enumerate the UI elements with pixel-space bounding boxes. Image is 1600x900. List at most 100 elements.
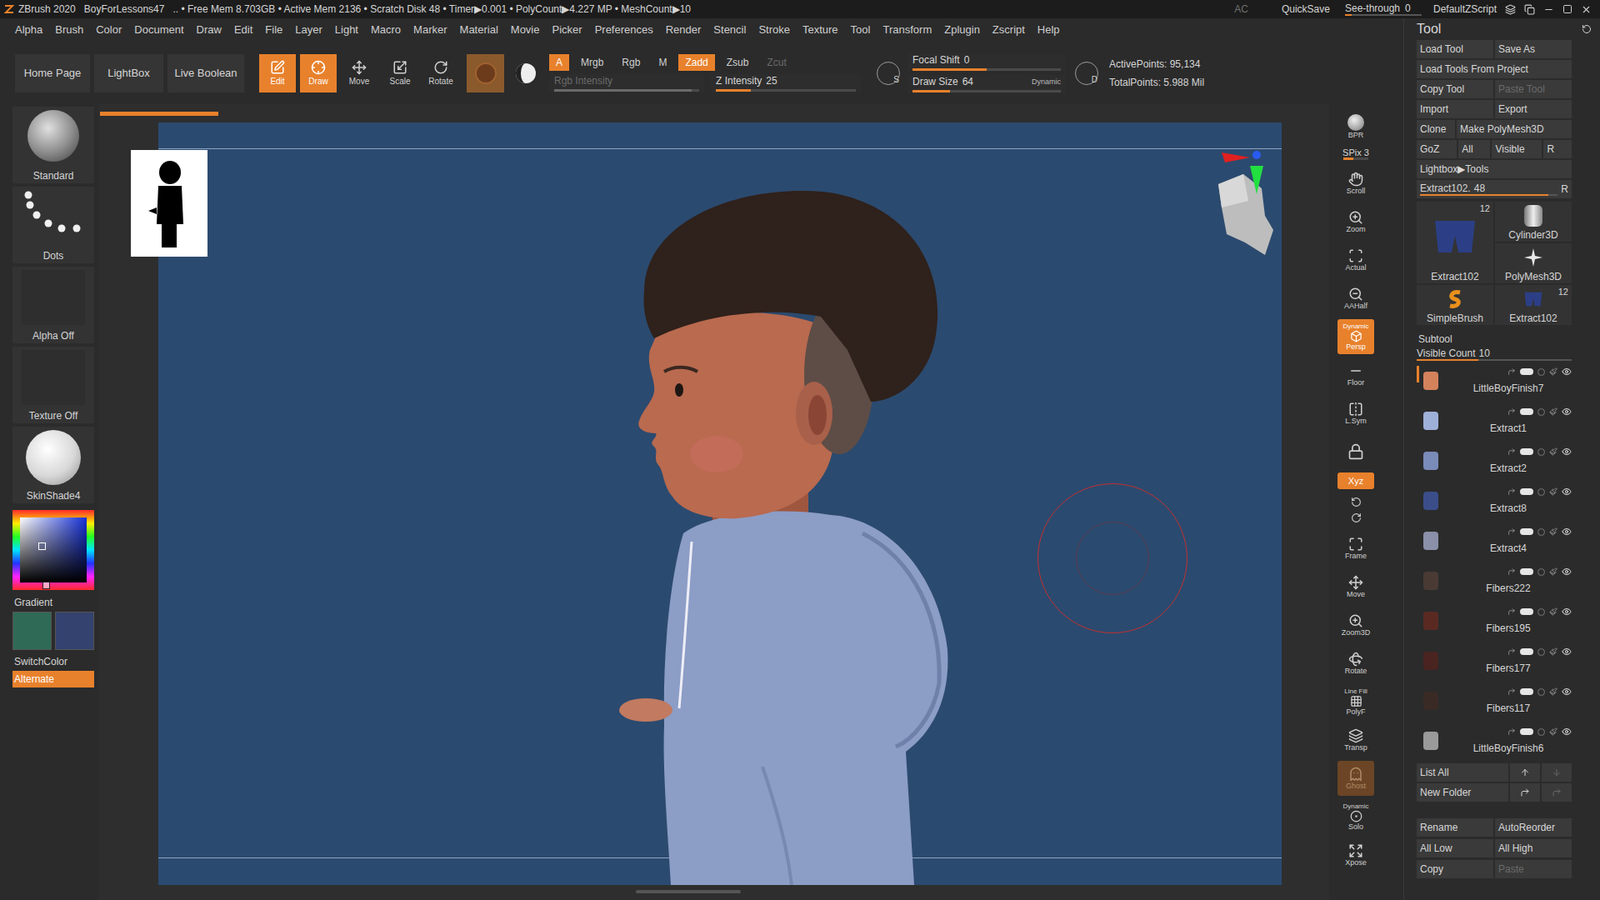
visibility-icon[interactable] — [1561, 406, 1572, 417]
tool-thumbnail[interactable]: PolyMesh3D — [1495, 243, 1572, 284]
menu-item[interactable]: Movie — [510, 21, 540, 39]
layout-icon[interactable] — [1505, 4, 1516, 15]
shelf-button[interactable]: Floor — [1337, 357, 1375, 393]
visibility-icon[interactable] — [1561, 366, 1572, 377]
folder-icon[interactable] — [1507, 367, 1516, 376]
menu-item[interactable]: Macro — [370, 21, 401, 39]
menu-item[interactable]: Layer — [295, 21, 323, 39]
menu-item[interactable]: Edit — [234, 21, 253, 39]
channel-button[interactable]: M — [651, 54, 674, 71]
tool-button[interactable]: Import — [1416, 100, 1494, 119]
shelf-button[interactable]: Zoom — [1337, 204, 1375, 240]
tool-button[interactable]: All — [1458, 140, 1490, 159]
focal-shift-icon[interactable]: S — [876, 61, 900, 85]
subtool-row[interactable]: Fibers195 — [1416, 600, 1572, 641]
brush-icon[interactable] — [1549, 367, 1558, 376]
menu-item[interactable]: Marker — [413, 21, 447, 39]
folder-icon[interactable] — [1507, 407, 1516, 416]
menu-item[interactable]: Picker — [552, 21, 583, 39]
toggle-icon[interactable] — [1520, 448, 1534, 455]
menu-item[interactable]: Stroke — [758, 21, 790, 39]
minimize-icon[interactable] — [1543, 4, 1555, 15]
folder-icon[interactable] — [1507, 607, 1516, 616]
polypaint-icon[interactable] — [1537, 528, 1545, 536]
draw-size-slider[interactable]: Draw Size64Dynamic — [907, 75, 1066, 94]
folder-icon[interactable] — [1507, 687, 1516, 696]
toggle-icon[interactable] — [1520, 568, 1534, 575]
menu-item[interactable]: Zplugin — [944, 21, 980, 39]
gradient-label[interactable]: Gradient — [12, 596, 95, 609]
menu-item[interactable]: Render — [665, 21, 702, 39]
tool-thumbnail[interactable]: Cylinder3D — [1495, 201, 1572, 242]
subtool-row[interactable]: Extract1 — [1416, 400, 1572, 441]
shelf-button[interactable]: DynamicSolo — [1337, 799, 1375, 835]
tool-button[interactable]: Visible — [1491, 140, 1542, 159]
tool-button[interactable]: AutoReorder — [1495, 818, 1572, 837]
visibility-icon[interactable] — [1561, 606, 1572, 617]
tool-button[interactable]: Clone — [1416, 120, 1455, 139]
left-shelf-item[interactable]: Dots — [12, 186, 95, 264]
shelf-button[interactable]: Frame — [1337, 530, 1375, 566]
left-shelf-item[interactable]: SkinShade4 — [12, 426, 95, 504]
shelf-button[interactable]: Line FillPolyF — [1337, 684, 1375, 720]
subtool-row[interactable]: LittleBoyFinish6 — [1416, 720, 1572, 761]
tool-button[interactable]: Load Tool — [1416, 40, 1494, 59]
polypaint-icon[interactable] — [1537, 368, 1545, 376]
menu-item[interactable]: Light — [335, 21, 359, 39]
menu-item[interactable]: Stencil — [713, 21, 746, 39]
folder-icon[interactable] — [1507, 447, 1516, 456]
shelf-button[interactable]: Rotate — [1337, 645, 1375, 681]
switch-color-button[interactable]: SwitchColor — [12, 655, 95, 668]
brush-icon[interactable] — [1549, 527, 1558, 536]
subtool-row[interactable]: Fibers177 — [1416, 640, 1572, 681]
menu-item[interactable]: Preferences — [595, 21, 654, 39]
ac-button[interactable]: AC — [1234, 1, 1249, 17]
polypaint-icon[interactable] — [1537, 488, 1545, 496]
tool-button[interactable]: New Folder — [1416, 783, 1509, 802]
draw-size-icon[interactable]: D — [1075, 61, 1099, 85]
subtool-row[interactable]: Fibers117 — [1416, 680, 1572, 721]
menu-item[interactable]: Zscript — [992, 21, 1025, 39]
brush-icon[interactable] — [1549, 687, 1558, 696]
visibility-icon[interactable] — [1561, 686, 1572, 697]
subtool-row[interactable]: LittleBoyFinish7 — [1416, 360, 1572, 401]
toggle-icon[interactable] — [1520, 528, 1534, 535]
menu-item[interactable]: File — [265, 21, 283, 39]
shelf-button[interactable]: Transp — [1337, 722, 1375, 758]
channel-button[interactable]: Zcut — [760, 54, 793, 71]
subtool-row[interactable]: Fibers222 — [1416, 560, 1572, 601]
menu-item[interactable]: Draw — [196, 21, 222, 39]
polypaint-icon[interactable] — [1537, 608, 1545, 616]
navigation-gizmo-icon[interactable] — [1215, 150, 1282, 255]
tool-thumbnail[interactable]: Extract10212 — [1416, 201, 1494, 284]
shelf-button[interactable]: Zoom3D — [1337, 607, 1375, 643]
channel-button[interactable]: Rgb — [615, 54, 647, 71]
visibility-icon[interactable] — [1561, 446, 1572, 457]
folder-icon[interactable] — [1507, 527, 1516, 536]
document-canvas[interactable] — [158, 122, 1282, 885]
quicksave-button[interactable]: QuickSave — [1281, 1, 1330, 17]
toggle-icon[interactable] — [1520, 688, 1534, 695]
mode-button[interactable]: Scale — [381, 54, 419, 93]
color-swatch[interactable] — [12, 611, 52, 650]
visibility-icon[interactable] — [1561, 646, 1572, 657]
tool-button[interactable]: Save As — [1495, 40, 1572, 59]
brush-icon[interactable] — [1549, 407, 1558, 416]
shelf-button[interactable]: Xpose — [1337, 837, 1375, 873]
character-model[interactable] — [612, 183, 963, 885]
color-picker[interactable] — [12, 510, 95, 590]
focal-shift-slider[interactable]: Focal Shift0 — [907, 53, 1066, 72]
tool-button[interactable]: List All — [1416, 763, 1509, 782]
visible-count-slider[interactable]: Visible Count10 — [1416, 347, 1572, 361]
menu-item[interactable]: Texture — [802, 21, 839, 39]
material-button[interactable] — [466, 54, 505, 93]
move-down-button[interactable] — [1541, 763, 1572, 782]
folder-action-button[interactable] — [1510, 783, 1540, 802]
menu-item[interactable]: Alpha — [15, 21, 43, 39]
move-up-button[interactable] — [1510, 763, 1540, 782]
canvas-resize-handle[interactable] — [635, 890, 741, 894]
polypaint-icon[interactable] — [1537, 688, 1545, 696]
shelf-button[interactable]: Ghost — [1337, 760, 1375, 796]
toggle-icon[interactable] — [1520, 648, 1534, 655]
visibility-icon[interactable] — [1561, 486, 1572, 497]
